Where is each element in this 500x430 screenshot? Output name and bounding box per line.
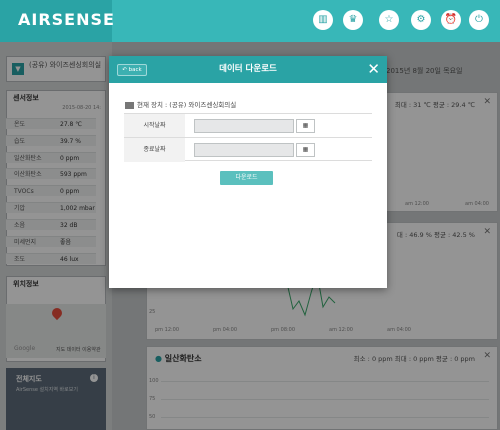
end-date-row: 종료날짜 ▦: [124, 137, 372, 162]
alarm-icon[interactable]: ⏰: [441, 10, 461, 30]
end-date-label: 종료날짜: [124, 138, 185, 162]
close-icon[interactable]: ✕: [367, 60, 380, 78]
start-date-row: 시작날짜 ▦: [124, 113, 372, 138]
top-bar: AIRSENSE ▥ ♛ ☆ ⚙ ⏰ ⏻: [0, 0, 500, 42]
gear-icon[interactable]: ⚙: [411, 10, 431, 30]
trophy-icon[interactable]: ♛: [343, 10, 363, 30]
calendar-icon[interactable]: ▦: [296, 143, 315, 157]
end-date-input[interactable]: [194, 143, 294, 157]
current-device: 현재 장치 : (공유) 와이즈센싱회의실: [125, 99, 236, 109]
modal-title: 데이터 다운로드: [219, 64, 277, 74]
start-date-input[interactable]: [194, 119, 294, 133]
download-modal: 데이터 다운로드 ↶ back ✕ 현재 장치 : (공유) 와이즈센싱회의실 …: [109, 56, 387, 288]
star-icon[interactable]: ☆: [379, 10, 399, 30]
start-date-label: 시작날짜: [124, 114, 185, 138]
download-button[interactable]: 다운로드: [220, 171, 273, 185]
app-logo[interactable]: AIRSENSE: [18, 10, 115, 29]
logout-icon[interactable]: ⏻: [469, 10, 489, 30]
stats-icon[interactable]: ▥: [313, 10, 333, 30]
back-button[interactable]: ↶ back: [117, 64, 147, 76]
folder-icon: [125, 101, 134, 109]
calendar-icon[interactable]: ▦: [296, 119, 315, 133]
logo-area: AIRSENSE: [0, 0, 115, 42]
